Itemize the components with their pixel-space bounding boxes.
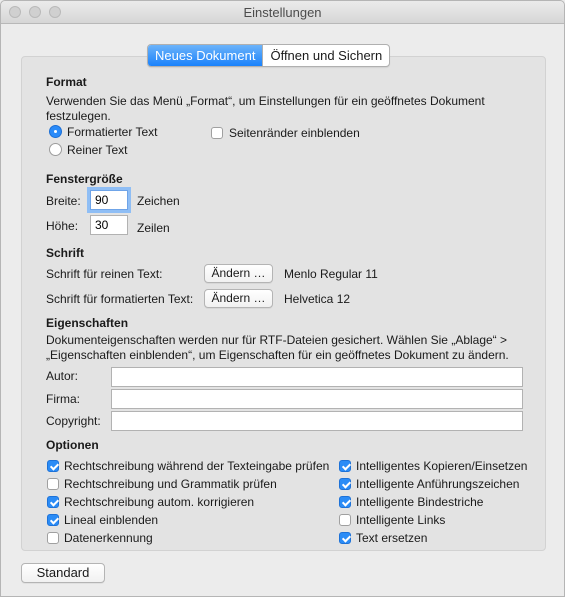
rich-font-value: Helvetica 12 bbox=[284, 292, 351, 306]
format-description: Verwenden Sie das Menü „Format“, um Eins… bbox=[46, 94, 485, 123]
author-label: Autor: bbox=[46, 369, 79, 383]
author-input[interactable] bbox=[111, 367, 523, 387]
width-label: Breite: bbox=[46, 194, 81, 208]
width-input[interactable] bbox=[90, 190, 128, 210]
height-input[interactable] bbox=[90, 215, 128, 235]
option-label: Intelligente Anführungszeichen bbox=[356, 477, 520, 491]
option-label: Intelligente Bindestriche bbox=[356, 495, 484, 509]
default-button[interactable]: Standard bbox=[21, 563, 105, 583]
checkbox-data-detectors[interactable] bbox=[47, 532, 59, 544]
checkbox-smart-links[interactable] bbox=[339, 514, 351, 526]
font-heading: Schrift bbox=[46, 246, 85, 260]
tab-open-and-save[interactable]: Öffnen und Sichern bbox=[262, 45, 389, 66]
copyright-input[interactable] bbox=[111, 411, 523, 431]
height-label: Höhe: bbox=[46, 219, 79, 233]
radio-plain-text[interactable] bbox=[49, 143, 62, 156]
tab-bar: Neues Dokument Öffnen und Sichern bbox=[147, 44, 391, 67]
height-unit: Zeilen bbox=[137, 221, 170, 235]
option-label: Rechtschreibung und Grammatik prüfen bbox=[64, 477, 277, 491]
checkbox-smart-dashes[interactable] bbox=[339, 496, 351, 508]
plain-font-value: Menlo Regular 11 bbox=[284, 267, 378, 281]
window-size-heading: Fenstergröße bbox=[46, 172, 123, 186]
checkbox-smart-quotes[interactable] bbox=[339, 478, 351, 490]
title-bar: Einstellungen bbox=[1, 1, 564, 24]
option-label: Intelligentes Kopieren/Einsetzen bbox=[356, 459, 528, 473]
copyright-label: Copyright: bbox=[46, 414, 101, 428]
radio-formatted-text[interactable] bbox=[49, 125, 62, 138]
width-unit: Zeichen bbox=[137, 194, 180, 208]
radio-plain-text-label: Reiner Text bbox=[67, 143, 128, 157]
window-title: Einstellungen bbox=[243, 5, 322, 20]
checkbox-autocorrect-spelling[interactable] bbox=[47, 496, 59, 508]
checkbox-text-replacement[interactable] bbox=[339, 532, 351, 544]
radio-formatted-text-label: Formatierter Text bbox=[67, 125, 158, 139]
checkbox-smart-copy-paste[interactable] bbox=[339, 460, 351, 472]
option-label: Datenerkennung bbox=[64, 531, 153, 545]
rich-font-label: Schrift für formatierten Text: bbox=[46, 292, 194, 306]
options-heading: Optionen bbox=[46, 438, 99, 452]
plain-font-label: Schrift für reinen Text: bbox=[46, 267, 163, 281]
tab-new-document[interactable]: Neues Dokument bbox=[148, 45, 263, 66]
company-label: Firma: bbox=[46, 392, 80, 406]
preferences-window: Einstellungen Neues Dokument Öffnen und … bbox=[0, 0, 565, 597]
change-rich-font-button[interactable]: Ändern … bbox=[204, 289, 273, 308]
format-heading: Format bbox=[46, 75, 87, 89]
option-label: Rechtschreibung autom. korrigieren bbox=[64, 495, 255, 509]
properties-heading: Eigenschaften bbox=[46, 316, 129, 330]
option-label: Rechtschreibung während der Texteingabe … bbox=[64, 459, 330, 473]
company-input[interactable] bbox=[111, 389, 523, 409]
option-label: Lineal einblenden bbox=[64, 513, 159, 527]
option-label: Text ersetzen bbox=[356, 531, 428, 545]
properties-description: Dokumenteigenschaften werden nur für RTF… bbox=[46, 333, 509, 362]
checkbox-page-margins-label: Seitenränder einblenden bbox=[229, 126, 360, 140]
change-plain-font-button[interactable]: Ändern … bbox=[204, 264, 273, 283]
checkbox-page-margins[interactable] bbox=[211, 127, 223, 139]
checkbox-spelling-grammar[interactable] bbox=[47, 478, 59, 490]
option-label: Intelligente Links bbox=[356, 513, 446, 527]
checkbox-show-ruler[interactable] bbox=[47, 514, 59, 526]
checkbox-spellcheck-while-typing[interactable] bbox=[47, 460, 59, 472]
